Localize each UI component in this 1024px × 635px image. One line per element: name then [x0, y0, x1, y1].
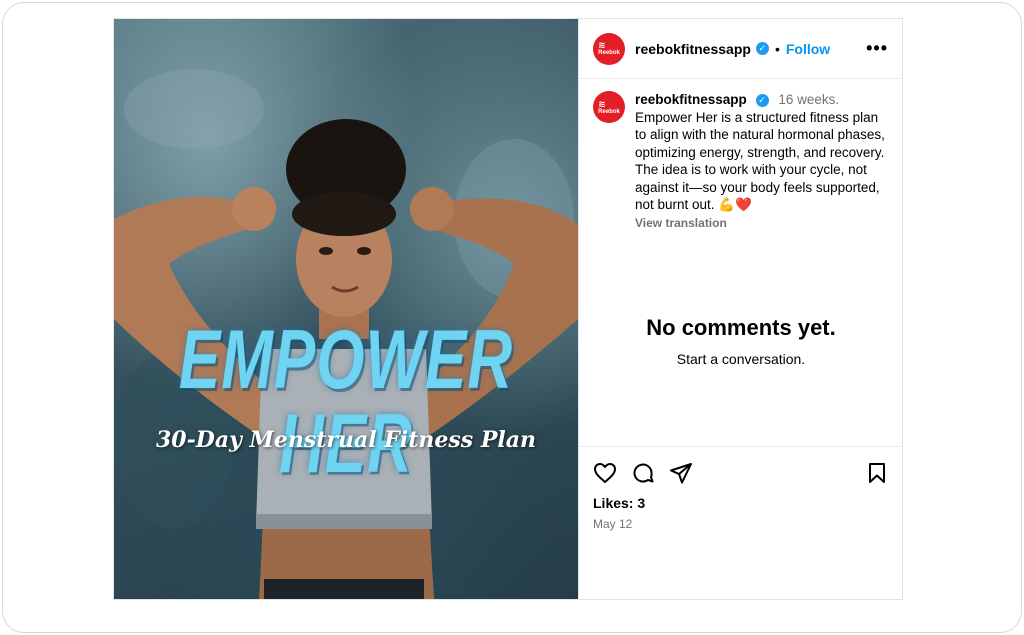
- post-header: ≋ Reebok reebokfitnessapp ✓ • Follow •••: [579, 19, 902, 79]
- caption-avatar[interactable]: ≋ Reebok: [593, 91, 625, 123]
- caption-time[interactable]: 16 weeks.: [778, 92, 839, 107]
- bookmark-icon[interactable]: [865, 461, 889, 485]
- post-side-panel: ≋ Reebok reebokfitnessapp ✓ • Follow •••…: [578, 19, 903, 599]
- caption-body: reebokfitnessapp ✓ 16 weeks. Empower Her…: [635, 91, 888, 232]
- promo-title: EMPOWER HER: [178, 313, 514, 491]
- promo-subtitle: 30-Day Menstrual Fitness Plan: [156, 427, 536, 453]
- comment-icon[interactable]: [631, 461, 655, 485]
- post-modal: EMPOWER HER 30-Day Menstrual Fitness Pla…: [113, 18, 903, 600]
- verified-icon: ✓: [755, 42, 769, 55]
- post-actions: Likes: 3 May 12: [579, 446, 903, 599]
- empty-comments-subtitle: Start a conversation.: [676, 351, 806, 367]
- more-icon[interactable]: •••: [866, 38, 888, 59]
- caption: ≋ Reebok reebokfitnessapp ✓ 16 weeks. Em…: [579, 79, 902, 232]
- avatar[interactable]: ≋ Reebok: [593, 32, 625, 65]
- reebok-logo-icon: ≋: [598, 40, 606, 50]
- share-icon[interactable]: [669, 461, 693, 485]
- separator-dot: •: [774, 40, 780, 57]
- action-bar: [579, 447, 903, 485]
- avatar-label: Reebok: [598, 50, 620, 56]
- view-translation-link[interactable]: View translation: [635, 215, 888, 233]
- empty-comments-title: No comments yet.: [646, 315, 836, 340]
- follow-button[interactable]: Follow: [786, 41, 830, 57]
- post-image[interactable]: EMPOWER HER 30-Day Menstrual Fitness Pla…: [114, 19, 578, 599]
- verified-icon: ✓: [755, 93, 769, 107]
- reebok-logo-icon: ≋: [598, 98, 606, 109]
- empty-comments: No comments yet. Start a conversation.: [579, 315, 903, 367]
- heart-icon[interactable]: [593, 461, 617, 485]
- post-date[interactable]: May 12: [579, 511, 903, 531]
- athlete-illustration: [114, 69, 578, 599]
- header-username[interactable]: reebokfitnessapp: [635, 41, 751, 57]
- avatar-label: Reebok: [598, 108, 620, 115]
- caption-username[interactable]: reebokfitnessapp: [635, 92, 747, 107]
- likes-count[interactable]: Likes: 3: [579, 485, 903, 511]
- caption-text: Empower Her is a structured fitness plan…: [635, 109, 885, 213]
